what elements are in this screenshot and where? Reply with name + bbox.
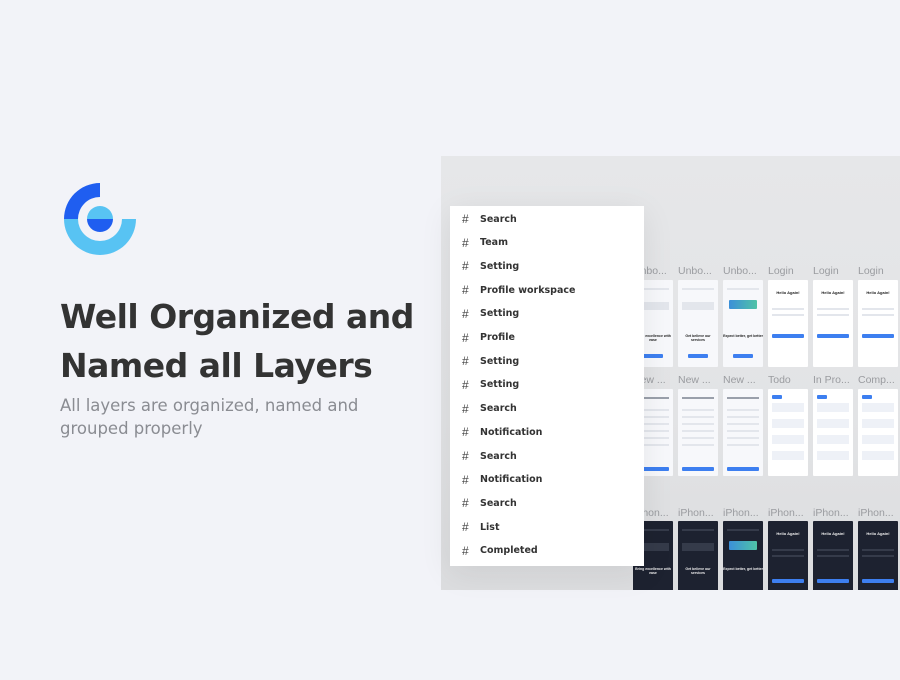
frame-thumbnail[interactable]: Hello Again! — [813, 521, 853, 590]
hash-icon: # — [462, 377, 469, 392]
hash-icon: # — [462, 283, 469, 298]
frame-thumbnail[interactable]: Hello Again! — [858, 521, 898, 590]
frame-heading: Hello Again! — [776, 290, 800, 295]
hash-icon: # — [462, 425, 469, 440]
frame-thumbnail[interactable] — [858, 389, 898, 476]
layer-item[interactable]: # Profile — [450, 327, 644, 349]
frame-label[interactable]: Unbo... — [723, 265, 765, 277]
frame-heading: Get believe our services — [685, 334, 711, 342]
frame-label[interactable]: iPhon... — [813, 507, 855, 519]
frame-label[interactable]: iPhon... — [678, 507, 720, 519]
frame-label[interactable]: Login — [858, 265, 900, 277]
subtitle: All layers are organized, named and grou… — [60, 396, 359, 438]
frame-thumbnail[interactable]: Hello Again! — [768, 521, 808, 590]
layer-item[interactable]: # Search — [450, 445, 644, 467]
frame-thumbnail[interactable]: Hello Again! — [813, 280, 853, 367]
frame-label[interactable]: Todo — [768, 374, 810, 386]
frame-label[interactable]: iPhon... — [723, 507, 765, 519]
layer-name: Search — [480, 497, 517, 509]
brand-logo — [64, 183, 136, 255]
hash-icon: # — [462, 543, 469, 558]
frame-thumbnail[interactable]: Hello Again! — [768, 280, 808, 367]
frame-heading: Hello Again! — [821, 531, 845, 536]
frame-thumbnail[interactable]: Expect better, get better — [723, 280, 763, 367]
frame-thumbnail[interactable] — [768, 389, 808, 476]
layer-name: Notification — [480, 474, 543, 486]
hash-icon: # — [462, 472, 469, 487]
layer-item[interactable]: # List — [450, 516, 644, 538]
frame-thumbnail[interactable]: Get believe our services — [678, 280, 718, 367]
frame-label[interactable]: iPhon... — [858, 507, 900, 519]
title-line-2: Named all Layers — [60, 346, 373, 385]
hash-icon: # — [462, 235, 469, 250]
frame-heading: Hello Again! — [866, 531, 890, 536]
layer-name: Setting — [480, 379, 520, 391]
hash-icon: # — [462, 330, 469, 345]
frame-thumbnail[interactable]: Get believe our services — [678, 521, 718, 590]
frame-heading: Expect better, get better — [723, 567, 763, 571]
frame-heading: Hello Again! — [776, 531, 800, 536]
layer-item[interactable]: # Search — [450, 492, 644, 514]
frame-thumbnail[interactable] — [723, 389, 763, 476]
layer-name: Profile — [480, 332, 515, 343]
hash-icon: # — [462, 306, 469, 321]
layer-name: Setting — [480, 260, 520, 272]
frame-heading: Hello Again! — [821, 290, 845, 295]
layer-item[interactable]: # Notification — [450, 469, 644, 491]
layer-item[interactable]: # Completed — [450, 540, 644, 562]
hash-icon: # — [462, 496, 469, 511]
layer-item[interactable]: # Setting — [450, 303, 644, 325]
frame-thumbnail[interactable]: Expect better, get better — [723, 521, 763, 590]
hash-icon: # — [462, 259, 469, 274]
hash-icon: # — [462, 449, 469, 463]
frame-heading: Hello Again! — [866, 290, 890, 295]
frame-label[interactable]: New ... — [678, 374, 720, 386]
frame-heading: Expect better, get better — [723, 334, 763, 338]
page-title: Well Organized and Named all Layers — [60, 292, 414, 390]
layer-item[interactable]: # Setting — [450, 350, 644, 372]
layer-item[interactable]: # Notification — [450, 421, 644, 443]
layer-item[interactable]: # Search — [450, 398, 644, 420]
layer-name: Search — [480, 450, 517, 462]
layer-name: List — [480, 521, 500, 533]
layer-item[interactable]: # Profile workspace — [450, 279, 644, 301]
frame-label[interactable]: Unbo... — [678, 265, 720, 277]
layer-item[interactable]: # Search — [450, 208, 644, 230]
frame-heading: Bring excellence with ease — [635, 567, 671, 575]
hash-icon: # — [462, 354, 469, 369]
layer-item[interactable]: # Team — [450, 232, 644, 254]
hash-icon: # — [462, 401, 469, 416]
hash-icon: # — [462, 212, 469, 226]
frame-label[interactable]: Login — [768, 265, 810, 277]
layers-panel: # Search # Team # Setting # Profile workspace # S… — [450, 206, 644, 566]
layer-name: Team — [480, 237, 508, 249]
frame-heading: Get believe our services — [685, 567, 711, 575]
frame-label[interactable]: iPhon... — [768, 507, 810, 519]
layer-name: Completed — [480, 545, 538, 557]
layer-name: Notification — [480, 426, 543, 438]
hash-icon: # — [462, 520, 469, 535]
frame-label[interactable]: Login — [813, 265, 855, 277]
frame-thumbnail[interactable] — [678, 389, 718, 476]
layer-item[interactable]: # Setting — [450, 255, 644, 277]
frame-label[interactable]: New ... — [723, 374, 765, 386]
layer-name: Profile workspace — [480, 284, 576, 296]
layer-name: Search — [480, 213, 517, 225]
title-line-1: Well Organized and — [60, 297, 414, 336]
layer-name: Setting — [480, 355, 520, 367]
frame-label[interactable]: Comp... — [858, 374, 900, 386]
layer-item[interactable]: # Setting — [450, 374, 644, 396]
layer-name: Search — [480, 403, 517, 415]
layer-name: Setting — [480, 308, 520, 320]
frame-thumbnail[interactable]: Hello Again! — [858, 280, 898, 367]
frame-thumbnail[interactable] — [813, 389, 853, 476]
frame-label[interactable]: In Pro... — [813, 374, 855, 386]
